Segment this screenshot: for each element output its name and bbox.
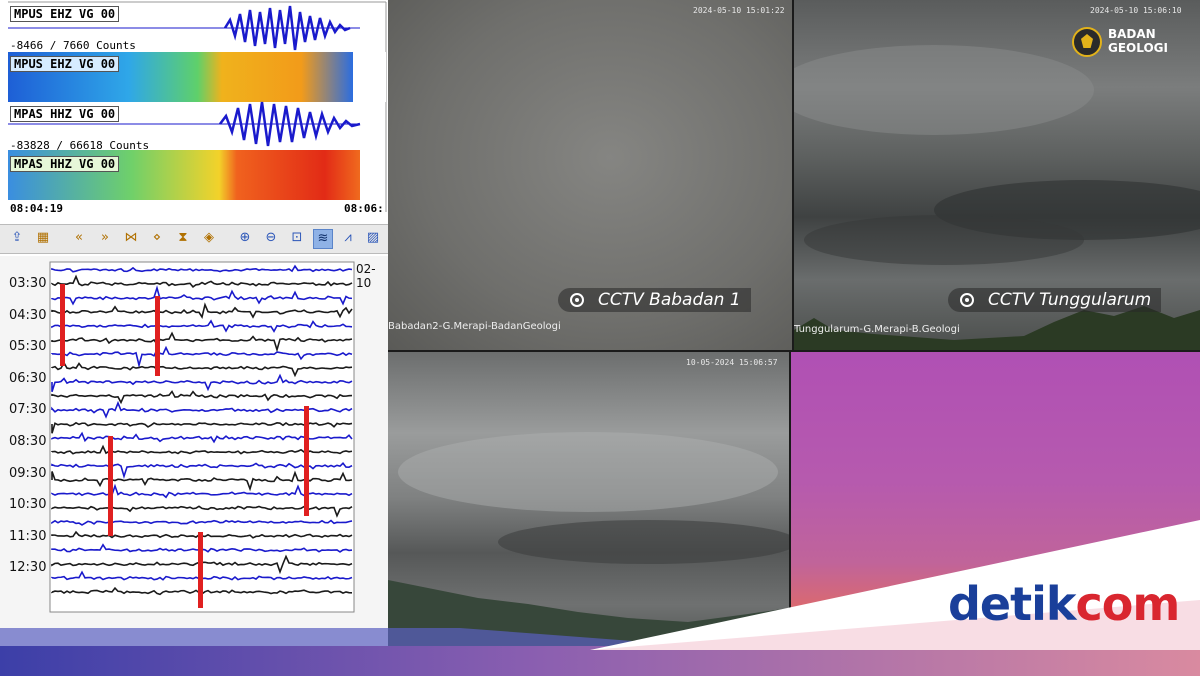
table-icon[interactable]: ▦ [34,229,52,247]
hour-label: 05:30 [9,339,47,355]
hour-label: 10:30 [9,497,47,513]
compress-icon[interactable]: ◈ [200,229,218,247]
trace-counts: -8466 / 7660 Counts [10,39,136,52]
spectrogram-label: MPUS EHZ VG 00 [10,56,120,72]
camera-timestamp: 2024-05-10 15:01:22 [693,6,785,15]
camera-name-badge: CCTV Tunggularum [948,288,1162,312]
camera-icon [570,293,584,307]
date-tag: 02-10 [356,262,376,290]
spectrogram-icon[interactable]: ▨ [364,229,382,247]
waveform-icon[interactable]: ≋ [313,229,333,249]
trace-label: MPAS HHZ VG 00 [10,106,120,122]
camera-feed-tunggularum[interactable]: 2024-05-10 15:06:10 CCTV Tunggularum Tun… [794,0,1200,350]
trace-counts: -83828 / 66618 Counts [10,139,150,152]
hour-label: 07:30 [9,402,47,418]
rewind-icon[interactable]: « [70,229,88,247]
camera-timestamp: 10-05-2024 15:06:57 [686,358,778,367]
spectrogram-label: MPAS HHZ VG 00 [10,156,120,172]
camera-name-badge: CCTV Babadan 1 [558,288,751,312]
hour-label: 06:30 [9,370,47,386]
camera-subtitle: Babadan2-G.Merapi-BadanGeologi [388,321,561,332]
badan-geologi-logo: BADAN GEOLOGI [1072,26,1187,60]
event-marker [304,406,309,516]
badan-geologi-seal-icon [1072,27,1102,57]
detikcom-logo[interactable]: detikcom [948,578,1180,630]
zoom-out-icon[interactable]: ⊖ [262,229,280,247]
time-start: 08:04:19 [10,202,63,215]
export-icon[interactable]: ⇪ [8,229,26,247]
hourglass-icon[interactable]: ⧗ [174,229,192,247]
hour-label: 04:30 [9,307,47,323]
event-marker [60,284,65,366]
camera-icon [960,293,974,307]
screen: MPUS EHZ VG 00 -8466 / 7660 Counts MPUS … [0,0,1200,676]
camera-name: CCTV Tunggularum [988,290,1152,310]
time-end: 08:06: [344,202,384,215]
camera-timestamp: 2024-05-10 15:06:10 [1090,6,1182,15]
event-marker [155,296,160,376]
logo-text: BADAN GEOLOGI [1108,27,1168,55]
back-icon[interactable]: » [96,229,114,247]
shrink-icon[interactable]: ⋈ [122,229,140,247]
fit-icon[interactable]: ⊡ [288,229,306,247]
spectrum-icon[interactable]: ⩘ [339,229,357,247]
zoom-in-icon[interactable]: ⊕ [236,229,254,247]
camera-feed-babadan[interactable]: 2024-05-10 15:01:22 CCTV Babadan 1 Babad… [388,0,792,350]
hour-label: 09:30 [9,465,47,481]
hour-label: 03:30 [9,276,47,291]
trace-label: MPUS EHZ VG 00 [10,6,120,22]
expand-icon[interactable]: ⋄ [148,229,166,247]
camera-subtitle: Tunggularum-G.Merapi-B.Geologi [794,324,960,335]
camera-name: CCTV Babadan 1 [598,290,741,310]
hour-label: 08:30 [9,434,47,449]
seismograph-toolbar: ⇪ ▦ « » ⋈ ⋄ ⧗ ◈ ⊕ ⊖ ⊡ ≋ ⩘ ▨ [0,224,388,254]
